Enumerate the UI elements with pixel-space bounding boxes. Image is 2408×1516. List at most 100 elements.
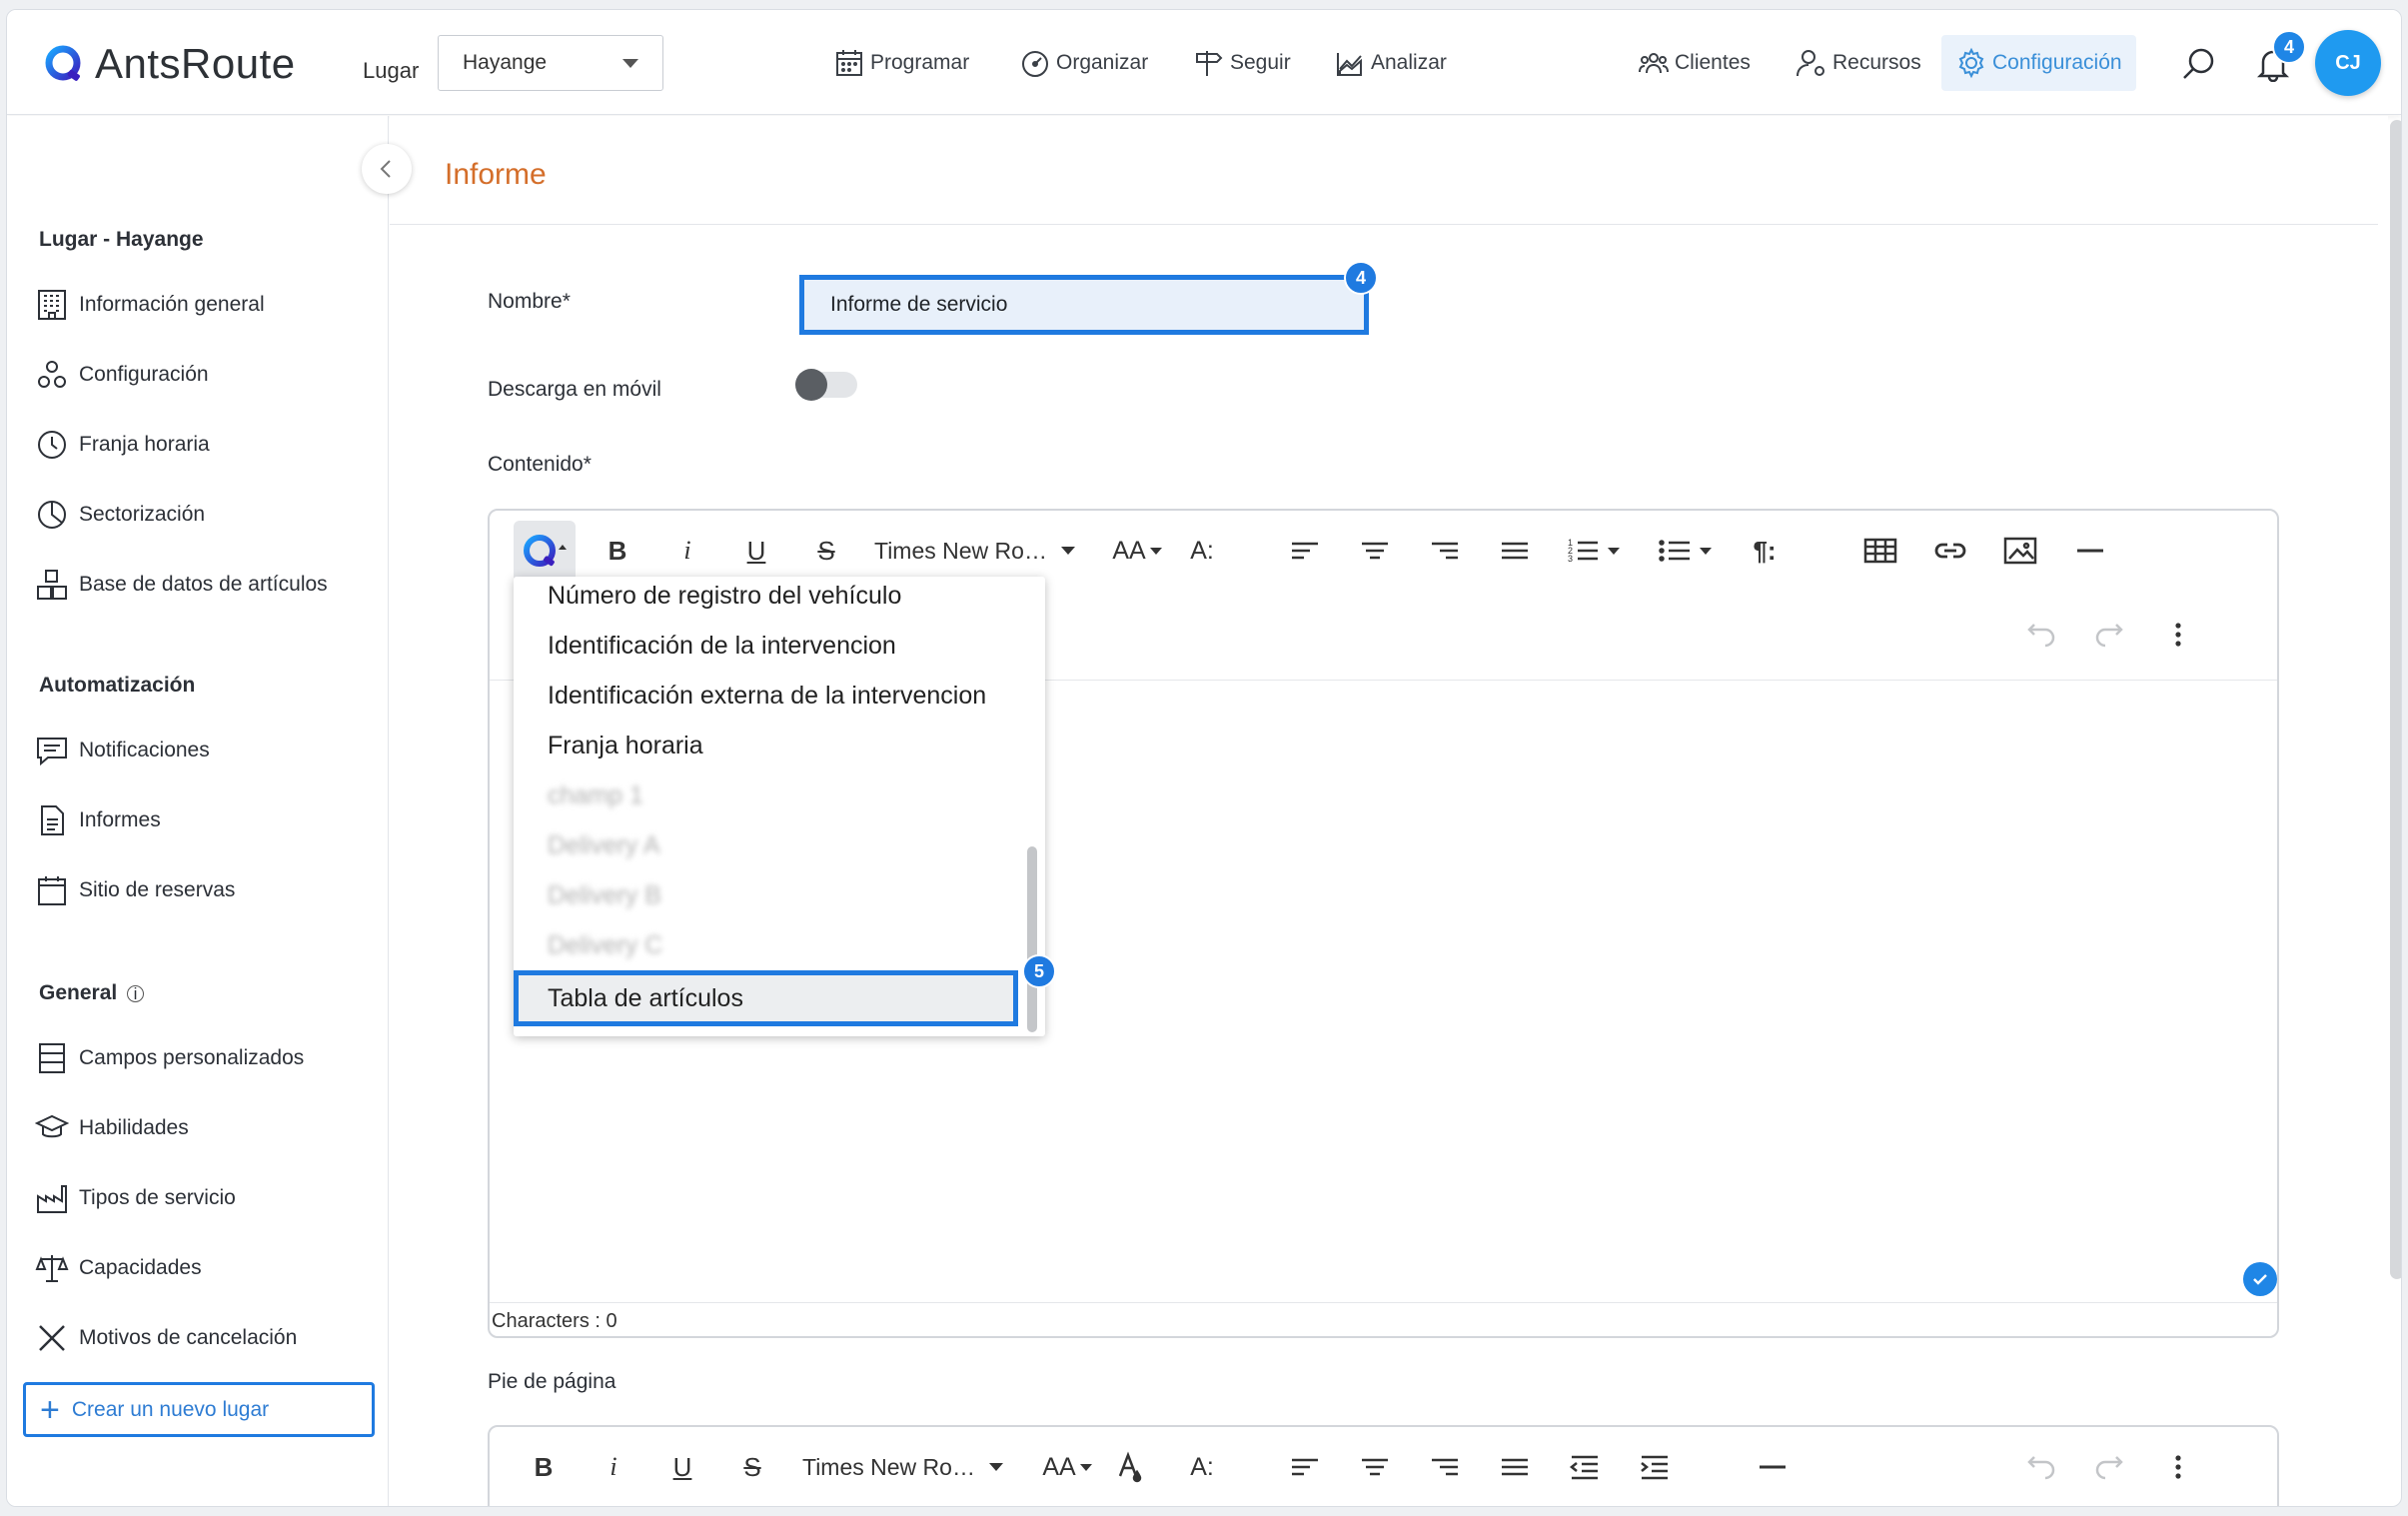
chevron-left-icon <box>380 160 391 178</box>
logo[interactable]: AntsRoute <box>43 38 296 90</box>
nav-seguir[interactable]: Seguir <box>1193 46 1291 80</box>
download-toggle[interactable] <box>795 369 857 401</box>
avatar[interactable]: CJ <box>2315 30 2381 96</box>
chevron-down-icon <box>622 59 638 68</box>
sidebar-item-franja-horaria[interactable]: Franja horaria <box>35 423 210 467</box>
redo-button[interactable] <box>2088 613 2132 657</box>
more-options-button[interactable] <box>2158 613 2198 657</box>
sidebar-section-general-label: General <box>39 981 118 1004</box>
paragraph-format-button[interactable]: ¶: <box>1743 529 1787 573</box>
sidebar-item-informes[interactable]: Informes <box>35 798 161 842</box>
more-options-button[interactable] <box>2158 1445 2198 1489</box>
sidebar-item-sitio-reservas[interactable]: Sitio de reservas <box>35 868 235 912</box>
dropdown-item-blurred[interactable]: Delivery C <box>548 931 662 960</box>
font-family-select[interactable]: Times New Ro… <box>802 1445 1020 1489</box>
insert-link-button[interactable] <box>1928 529 1972 573</box>
step-badge: 4 <box>1344 261 1378 295</box>
bullet-list-button[interactable] <box>1653 529 1717 573</box>
sidebar-item-label: Campos personalizados <box>79 1046 305 1069</box>
align-center-button[interactable] <box>1355 529 1395 573</box>
bullet-list-icon <box>1659 540 1690 562</box>
dropdown-item-blurred[interactable]: Delivery A <box>548 831 660 860</box>
underline-button[interactable]: U <box>736 529 776 573</box>
sidebar-item-label: Notificaciones <box>79 739 210 761</box>
horizontal-line-button[interactable] <box>2068 529 2112 573</box>
dropdown-scrollbar[interactable] <box>1027 846 1037 1032</box>
italic-button[interactable]: i <box>667 529 707 573</box>
new-lugar-button[interactable]: + Crear un nuevo lugar <box>23 1382 375 1437</box>
justify-button[interactable] <box>1495 529 1535 573</box>
sidebar-item-sectorizacion[interactable]: Sectorización <box>35 493 205 537</box>
nav-analizar[interactable]: Analizar <box>1334 46 1447 80</box>
align-center-button[interactable] <box>1355 1445 1395 1489</box>
antsroute-logo-icon <box>45 45 81 81</box>
plus-icon: + <box>40 1390 60 1429</box>
align-left-button[interactable] <box>1285 1445 1325 1489</box>
nav-clientes-label: Clientes <box>1675 51 1751 74</box>
sidebar-item-habilidades[interactable]: Habilidades <box>35 1106 189 1150</box>
sidebar-item-informacion-general[interactable]: Información general <box>35 283 265 327</box>
text-color-icon <box>1118 1451 1142 1483</box>
font-size-button[interactable]: AA <box>1037 1445 1097 1489</box>
nav-analizar-label: Analizar <box>1371 51 1447 74</box>
indent-button[interactable] <box>1635 1445 1675 1489</box>
font-family-select[interactable]: Times New Ro… <box>874 529 1092 573</box>
nav-configuracion[interactable]: Configuración <box>1941 35 2136 91</box>
redo-button[interactable] <box>2088 1445 2132 1489</box>
footer-editor[interactable]: B i U S Times New Ro… AA A: <box>488 1425 2279 1506</box>
italic-button[interactable]: i <box>594 1445 633 1489</box>
align-left-button[interactable] <box>1285 529 1325 573</box>
undo-button[interactable] <box>2018 1445 2062 1489</box>
ordered-list-button[interactable]: 123 <box>1561 529 1625 573</box>
align-right-button[interactable] <box>1425 1445 1465 1489</box>
dropdown-item-blurred[interactable]: Delivery B <box>548 881 661 910</box>
sidebar-item-campos-personalizados[interactable]: Campos personalizados <box>35 1036 304 1080</box>
bold-button[interactable]: B <box>524 1445 564 1489</box>
nav-programar[interactable]: Programar <box>833 46 969 80</box>
justify-button[interactable] <box>1495 1445 1535 1489</box>
insert-image-button[interactable] <box>1998 529 2042 573</box>
sidebar-item-notificaciones[interactable]: Notificaciones <box>35 729 210 772</box>
toggle-knob <box>795 369 827 401</box>
bold-button[interactable]: B <box>598 529 637 573</box>
font-size-button[interactable]: AA <box>1107 529 1167 573</box>
horizontal-line-button[interactable] <box>1751 1445 1795 1489</box>
strikethrough-button[interactable]: S <box>806 529 846 573</box>
line-height-button[interactable]: A: <box>1179 529 1225 573</box>
sidebar-item-capacidades[interactable]: Capacidades <box>35 1246 202 1290</box>
align-right-button[interactable] <box>1425 529 1465 573</box>
dropdown-item[interactable]: Identificación de la intervencion <box>548 632 896 661</box>
name-input[interactable]: Informe de servicio <box>799 275 1369 335</box>
clock-icon <box>38 431 66 459</box>
check-icon[interactable] <box>2243 1262 2277 1296</box>
underline-button[interactable]: U <box>662 1445 702 1489</box>
nav-recursos[interactable]: Recursos <box>1796 46 1921 80</box>
sidebar-item-configuracion[interactable]: Configuración <box>35 353 209 397</box>
line-height-button[interactable]: A: <box>1179 1445 1225 1489</box>
strikethrough-button[interactable]: S <box>732 1445 772 1489</box>
insert-field-button[interactable] <box>514 521 576 583</box>
image-icon <box>2003 537 2037 565</box>
lugar-select[interactable]: Hayange <box>438 35 663 91</box>
nav-organizar[interactable]: Organizar <box>1019 46 1148 80</box>
dropdown-item[interactable]: Franja horaria <box>548 732 703 760</box>
dropdown-item[interactable]: Identificación externa de la intervencio… <box>548 682 986 711</box>
text-color-button[interactable] <box>1109 1445 1149 1489</box>
sidebar-item-motivos-cancelacion[interactable]: Motivos de cancelación <box>35 1316 297 1360</box>
outdent-button[interactable] <box>1565 1445 1605 1489</box>
sidebar-item-base-articulos[interactable]: Base de datos de artículos <box>35 563 328 607</box>
info-icon[interactable]: i <box>127 985 145 1002</box>
dropdown-item[interactable]: Número de registro del vehículo <box>548 582 901 611</box>
redo-icon <box>2095 624 2123 648</box>
collapse-sidebar-button[interactable] <box>362 144 412 194</box>
search-icon[interactable] <box>2181 46 2217 82</box>
content-editor[interactable]: B i U S Times New Ro… AA A: 123 ¶: Númer… <box>488 509 2279 1338</box>
insert-table-button[interactable] <box>1858 529 1902 573</box>
undo-button[interactable] <box>2018 613 2062 657</box>
dropdown-item-blurred[interactable]: champ 1 <box>548 781 643 810</box>
page-scrollbar[interactable] <box>2390 120 2401 1279</box>
align-right-icon <box>1432 542 1458 560</box>
nav-clientes[interactable]: Clientes <box>1638 46 1751 80</box>
sidebar-item-tipos-servicio[interactable]: Tipos de servicio <box>35 1176 236 1220</box>
dropdown-item-selected[interactable]: Tabla de artículos <box>514 970 1018 1026</box>
